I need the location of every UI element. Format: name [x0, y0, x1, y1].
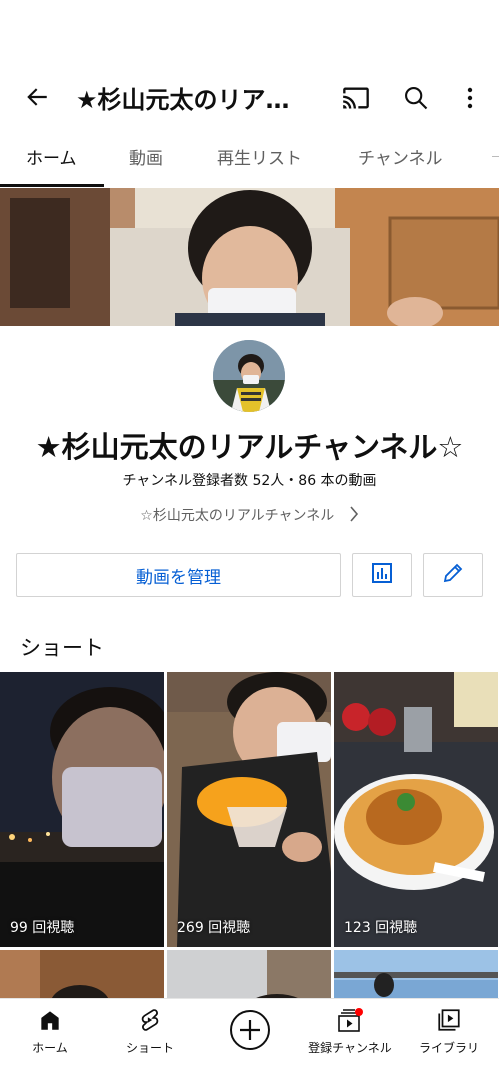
short-thumbnail[interactable]: 269 回視聴 — [167, 672, 331, 947]
more-vert-icon[interactable] — [456, 82, 484, 114]
bottom-navigation: ホーム ショート 登録チャンネル ライブラリ — [0, 998, 499, 1081]
channel-stats: チャンネル登録者数 52人・86 本の動画 — [122, 473, 377, 489]
nav-library-label: ライブラリ — [418, 1041, 479, 1055]
chevron-right-icon — [349, 506, 359, 526]
short-thumbnail[interactable]: 123 回視聴 — [334, 672, 498, 947]
tab-videos[interactable]: 動画 — [129, 136, 163, 188]
analytics-button[interactable] — [352, 553, 412, 597]
search-icon[interactable] — [400, 82, 432, 114]
analytics-icon — [370, 561, 394, 589]
nav-subscriptions[interactable]: 登録チャンネル — [300, 999, 400, 1081]
short-view-count: 99 回視聴 — [10, 920, 75, 936]
nav-subscriptions-label: 登録チャンネル — [308, 1041, 392, 1055]
short-view-count: 269 回視聴 — [177, 920, 251, 936]
back-arrow-icon[interactable] — [20, 80, 54, 114]
manage-videos-button[interactable]: 動画を管理 — [16, 553, 341, 597]
nav-home[interactable]: ホーム — [0, 999, 100, 1081]
library-icon — [399, 1007, 499, 1035]
top-app-bar: ★杉山元太のリア… — [0, 60, 499, 136]
tab-overflow-indicator — [492, 156, 499, 157]
nav-home-label: ホーム — [32, 1041, 68, 1055]
channel-description-link[interactable]: ☆杉山元太のリアルチャンネル — [0, 505, 499, 526]
channel-link-text: ☆杉山元太のリアルチャンネル — [140, 508, 335, 524]
tab-channels[interactable]: チャンネル — [358, 136, 443, 188]
cast-icon[interactable] — [340, 82, 372, 114]
shorts-section-heading: ショート — [20, 636, 104, 660]
active-tab-indicator — [0, 184, 104, 187]
tab-playlists[interactable]: 再生リスト — [217, 136, 302, 188]
channel-avatar[interactable] — [213, 340, 285, 412]
create-icon — [200, 1009, 300, 1053]
short-thumbnail[interactable]: 99 回視聴 — [0, 672, 164, 947]
shorts-icon — [100, 1007, 200, 1035]
pencil-icon — [441, 561, 465, 589]
nav-create[interactable] — [200, 999, 300, 1081]
home-icon — [0, 1007, 100, 1035]
tab-home[interactable]: ホーム — [26, 136, 77, 188]
channel-tabs: ホーム 動画 再生リスト チャンネル — [0, 136, 499, 188]
edit-channel-button[interactable] — [423, 553, 483, 597]
nav-shorts-label: ショート — [125, 1041, 174, 1055]
channel-banner — [0, 188, 499, 326]
subscriptions-icon — [300, 1007, 400, 1035]
nav-shorts[interactable]: ショート — [100, 999, 200, 1081]
channel-name: ★杉山元太のリアルチャンネル☆ — [35, 430, 464, 464]
short-view-count: 123 回視聴 — [344, 920, 418, 936]
nav-library[interactable]: ライブラリ — [399, 999, 499, 1081]
header-channel-title: ★杉山元太のリア… — [76, 86, 290, 114]
